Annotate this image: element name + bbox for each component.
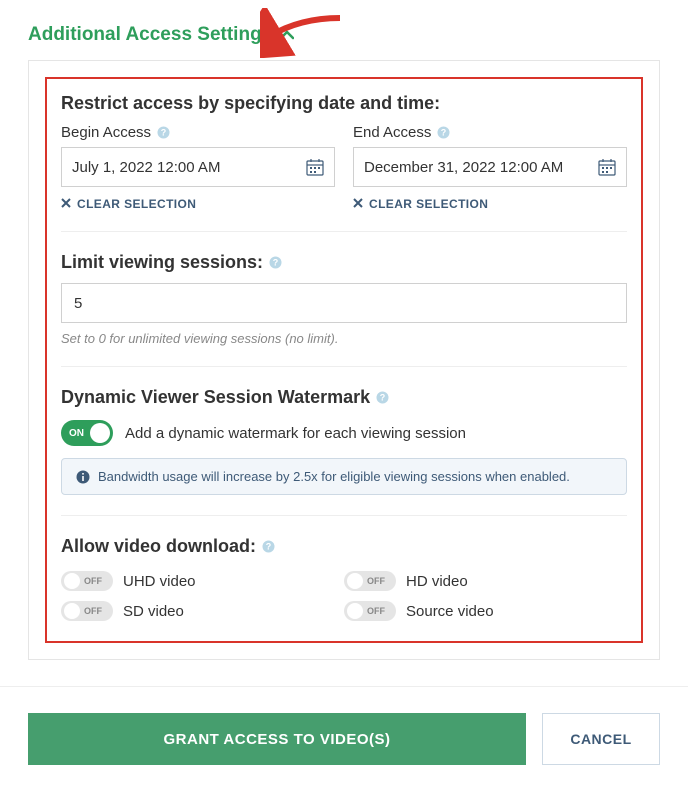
download-title: Allow video download:	[61, 536, 256, 557]
toggle-knob	[347, 573, 363, 589]
clear-label: CLEAR SELECTION	[369, 197, 488, 211]
toggle-text: OFF	[367, 606, 385, 616]
sd-label: SD video	[123, 603, 184, 620]
sessions-label: Limit viewing sessions:	[61, 252, 263, 273]
uhd-label: UHD video	[123, 573, 196, 590]
watermark-title: Dynamic Viewer Session Watermark	[61, 387, 370, 408]
sd-toggle[interactable]: OFF	[61, 601, 113, 621]
clear-begin-button[interactable]: CLEAR SELECTION	[61, 197, 335, 211]
toggle-knob	[347, 603, 363, 619]
help-icon[interactable]: ?	[437, 126, 450, 139]
svg-text:?: ?	[266, 542, 272, 552]
svg-text:?: ?	[441, 128, 447, 138]
toggle-knob	[64, 573, 80, 589]
annotation-arrow	[260, 8, 350, 58]
hd-toggle[interactable]: OFF	[344, 571, 396, 591]
cancel-button[interactable]: CANCEL	[542, 713, 660, 765]
source-toggle[interactable]: OFF	[344, 601, 396, 621]
hd-label: HD video	[406, 573, 468, 590]
section-title: Additional Access Settings	[28, 24, 272, 46]
svg-text:?: ?	[380, 393, 386, 403]
sessions-hint: Set to 0 for unlimited viewing sessions …	[61, 331, 627, 346]
toggle-text: OFF	[84, 606, 102, 616]
highlighted-area: Restrict access by specifying date and t…	[45, 77, 643, 643]
help-icon[interactable]: ?	[157, 126, 170, 139]
close-icon	[353, 197, 363, 211]
divider	[61, 366, 627, 367]
help-icon[interactable]: ?	[262, 540, 275, 553]
toggle-text: ON	[69, 428, 84, 439]
calendar-icon[interactable]	[598, 158, 616, 176]
end-access-input[interactable]: December 31, 2022 12:00 AM	[353, 147, 627, 187]
settings-card: Restrict access by specifying date and t…	[28, 60, 660, 660]
clear-end-button[interactable]: CLEAR SELECTION	[353, 197, 627, 211]
end-access-value: December 31, 2022 12:00 AM	[364, 159, 563, 176]
divider	[61, 515, 627, 516]
help-icon[interactable]: ?	[376, 391, 389, 404]
close-icon	[61, 197, 71, 211]
clear-label: CLEAR SELECTION	[77, 197, 196, 211]
end-access-label: End Access	[353, 124, 431, 141]
begin-access-value: July 1, 2022 12:00 AM	[72, 159, 220, 176]
begin-access-input[interactable]: July 1, 2022 12:00 AM	[61, 147, 335, 187]
help-icon[interactable]: ?	[269, 256, 282, 269]
calendar-icon[interactable]	[306, 158, 324, 176]
svg-text:?: ?	[273, 258, 279, 268]
watermark-description: Add a dynamic watermark for each viewing…	[125, 425, 466, 442]
banner-text: Bandwidth usage will increase by 2.5x fo…	[98, 469, 570, 484]
divider	[61, 231, 627, 232]
watermark-toggle[interactable]: ON	[61, 420, 113, 446]
toggle-text: OFF	[367, 576, 385, 586]
uhd-toggle[interactable]: OFF	[61, 571, 113, 591]
begin-access-label: Begin Access	[61, 124, 151, 141]
restrict-title: Restrict access by specifying date and t…	[61, 93, 627, 114]
footer: GRANT ACCESS TO VIDEO(S) CANCEL	[0, 686, 688, 791]
grant-access-button[interactable]: GRANT ACCESS TO VIDEO(S)	[28, 713, 526, 765]
toggle-text: OFF	[84, 576, 102, 586]
source-label: Source video	[406, 603, 494, 620]
svg-text:?: ?	[161, 128, 167, 138]
sessions-input[interactable]	[61, 283, 627, 323]
toggle-knob	[64, 603, 80, 619]
info-icon	[76, 470, 90, 484]
toggle-knob	[90, 423, 110, 443]
info-banner: Bandwidth usage will increase by 2.5x fo…	[61, 458, 627, 495]
